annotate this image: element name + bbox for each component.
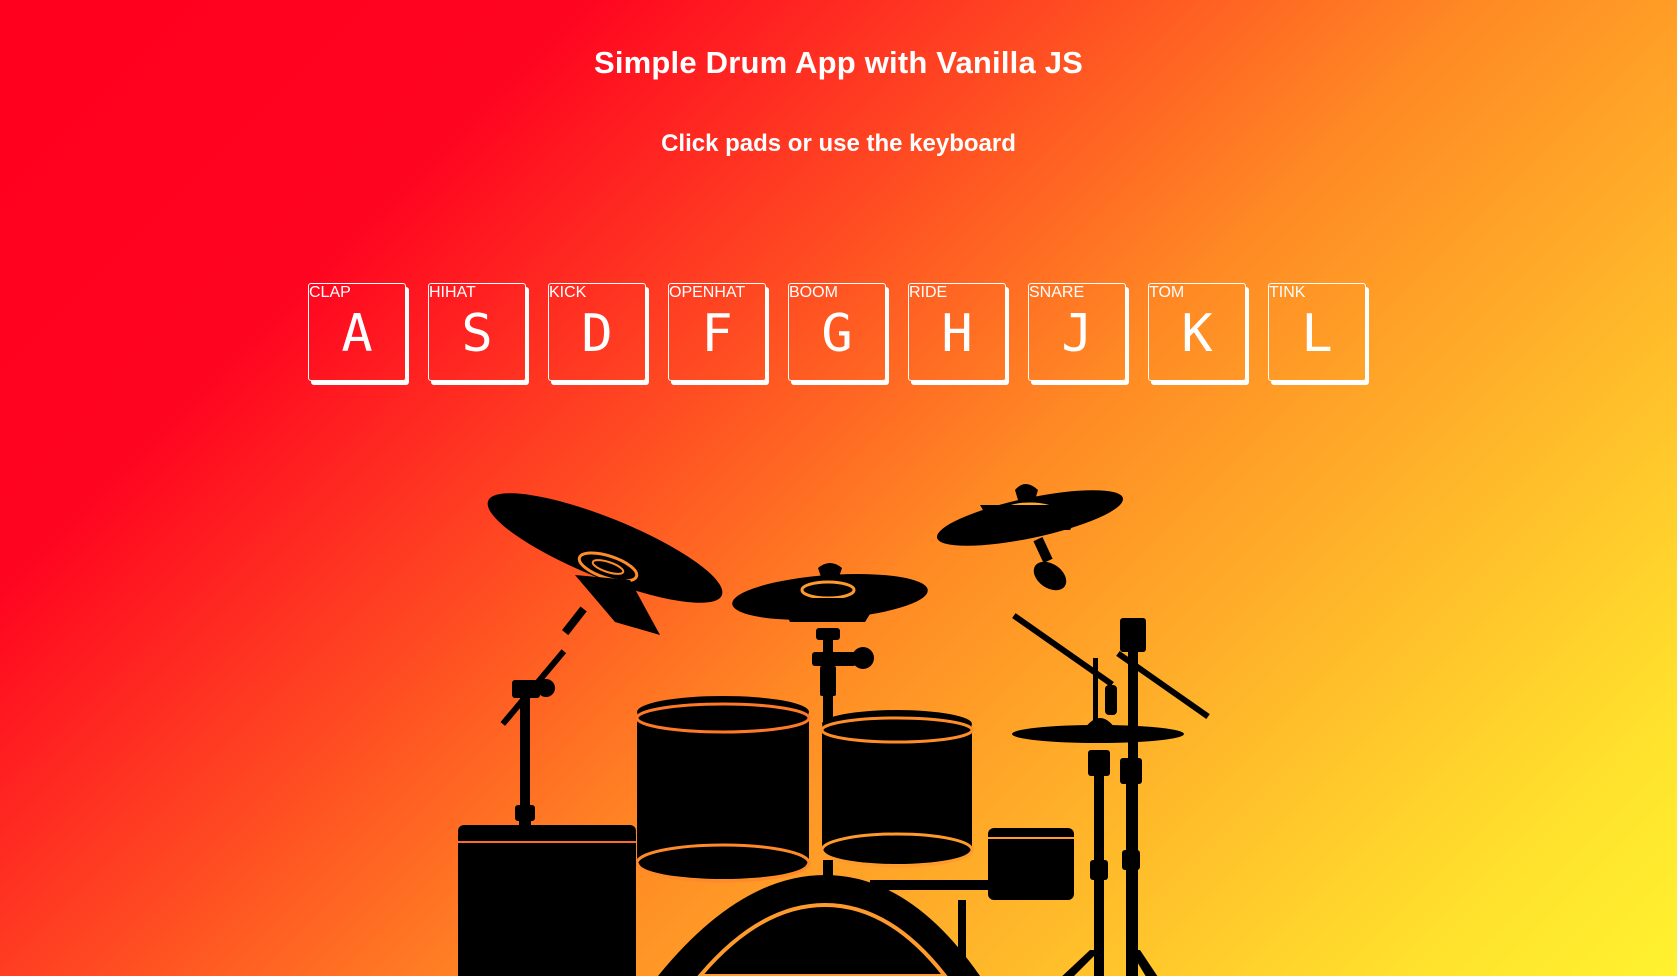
pad-kick[interactable]: KICK D [548,283,646,381]
pad-key-letter: G [821,304,853,364]
pad-sound-label: OPENHAT [669,284,746,301]
pad-snare[interactable]: SNARE J [1028,283,1126,381]
pad-key-letter: J [1061,304,1093,364]
pad-sound-label: KICK [549,284,587,301]
pad-key-letter: A [341,304,373,364]
pad-clap[interactable]: CLAP A [308,283,406,381]
pad-sound-label: CLAP [309,284,351,301]
pad-key-letter: S [461,304,493,364]
pad-sound-label: HIHAT [429,284,476,301]
pad-ride[interactable]: RIDE H [908,283,1006,381]
pad-key-letter: K [1181,304,1213,364]
pad-sound-label: RIDE [909,284,948,301]
pad-key-letter: D [581,304,613,364]
pad-openhat[interactable]: OPENHAT F [668,283,766,381]
pad-sound-label: BOOM [789,284,838,301]
pad-sound-label: TINK [1269,284,1306,301]
pad-sound-label: TOM [1149,284,1185,301]
floor-tom [458,825,636,976]
pad-tom[interactable]: TOM K [1148,283,1246,381]
pad-hihat[interactable]: HIHAT S [428,283,526,381]
rack-tom-right [820,710,974,868]
pad-sound-label: SNARE [1029,284,1085,301]
rack-tom-left [635,696,811,883]
page-subtitle: Click pads or use the keyboard [661,130,1016,157]
pad-boom[interactable]: BOOM G [788,283,886,381]
pad-key-letter: H [941,304,973,364]
drum-pads: CLAP A HIHAT S KICK D OPENHAT F BOOM G R… [308,283,1372,393]
drum-kit-silhouette-icon [458,484,1210,976]
hihat [1012,658,1184,976]
page-title: Simple Drum App with Vanilla JS [593,45,1084,80]
pad-key-letter: L [1301,304,1333,364]
pad-key-letter: F [701,304,733,364]
pad-tink[interactable]: TINK L [1268,283,1366,381]
